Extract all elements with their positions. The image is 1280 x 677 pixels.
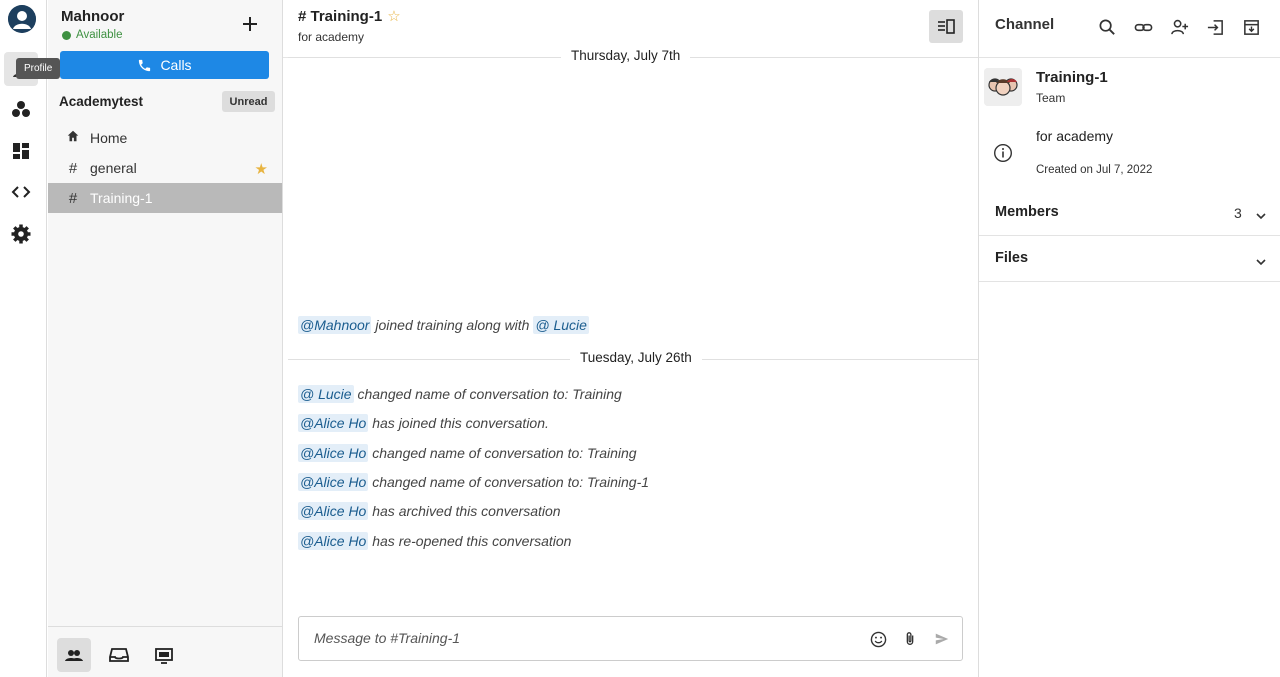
message-text: changed name of conversation to: Trainin…: [368, 474, 650, 490]
system-message: @Alice Ho has archived this conversation: [298, 502, 561, 520]
user-mention[interactable]: @Alice Ho: [298, 473, 369, 491]
attachment-icon[interactable]: [899, 628, 921, 650]
team-title: Training-1: [1036, 69, 1108, 86]
toggle-panel-icon[interactable]: [929, 10, 963, 43]
emoji-icon[interactable]: [867, 628, 889, 650]
message-text: changed name of conversation to: Trainin…: [368, 445, 637, 461]
panel-divider: [979, 57, 1280, 58]
message-text: has archived this conversation: [368, 503, 561, 519]
created-date: Created on Jul 7, 2022: [1036, 164, 1153, 176]
sidebar-item-label: Home: [90, 130, 128, 146]
user-mention[interactable]: @Alice Ho: [298, 502, 369, 520]
system-message: @Alice Ho changed name of conversation t…: [298, 444, 637, 462]
panel-divider: [979, 281, 1280, 282]
sidebar: Mahnoor Available Calls Academytest Unre…: [48, 0, 283, 677]
user-mention[interactable]: @Alice Ho: [298, 444, 369, 462]
team-icon[interactable]: [57, 638, 91, 672]
sidebar-item-general[interactable]: # general ★: [48, 153, 282, 183]
favorite-star-icon: ★: [254, 161, 268, 178]
channel-topic-info: for academy: [1036, 128, 1114, 144]
archive-icon[interactable]: [1240, 16, 1262, 38]
inbox-icon[interactable]: [102, 638, 136, 672]
date-label: Thursday, July 7th: [561, 48, 691, 63]
team-avatar-icon: [984, 68, 1022, 106]
system-message: @Alice Ho has re-opened this conversatio…: [298, 532, 572, 550]
channel-title-text: # Training-1: [298, 7, 383, 25]
panel-title: Channel: [995, 16, 1055, 33]
sidebar-item-training-1[interactable]: # Training-1: [48, 183, 282, 213]
sidebar-item-label: Training-1: [90, 190, 153, 206]
calls-button[interactable]: Calls: [60, 51, 269, 79]
system-message: @Alice Ho changed name of conversation t…: [298, 473, 650, 491]
add-member-icon[interactable]: [1168, 16, 1190, 38]
message-text: joined training along with: [371, 317, 534, 333]
hash-icon: #: [68, 189, 78, 207]
profile-tooltip: Profile: [16, 58, 61, 79]
unread-filter-button[interactable]: Unread: [222, 91, 275, 112]
favorite-star-icon[interactable]: ☆: [387, 7, 400, 25]
send-icon[interactable]: [931, 628, 953, 650]
screen-icon[interactable]: [147, 638, 181, 672]
user-status[interactable]: Available: [62, 29, 122, 41]
system-message: @ Lucie changed name of conversation to:…: [298, 385, 622, 403]
conversation-view: # Training-1 ☆ for academy Thursday, Jul…: [283, 0, 978, 677]
add-icon[interactable]: [238, 12, 262, 36]
info-icon: [993, 143, 1013, 163]
sidebar-item-label: general: [90, 160, 137, 176]
user-avatar-icon[interactable]: [8, 5, 36, 33]
status-label: Available: [76, 29, 123, 41]
sidebar-item-home[interactable]: Home: [48, 123, 282, 153]
user-mention[interactable]: @Mahnoor: [298, 316, 372, 334]
members-count: 3: [1234, 205, 1242, 221]
status-dot-icon: [62, 30, 71, 40]
calls-label: Calls: [160, 57, 192, 73]
panel-divider: [979, 235, 1280, 236]
user-name: Mahnoor: [61, 8, 125, 25]
message-text: has joined this conversation.: [368, 415, 549, 431]
user-mention[interactable]: @ Lucie: [298, 385, 354, 403]
hash-icon: #: [68, 159, 78, 177]
files-section-title[interactable]: Files: [995, 250, 1028, 266]
composer-placeholder: Message to #Training-1: [314, 630, 461, 646]
team-name: Academytest: [59, 94, 144, 109]
system-message: @Mahnoor joined training along with @ Lu…: [298, 316, 589, 334]
team-type: Team: [1036, 91, 1066, 105]
leave-icon[interactable]: [1204, 16, 1226, 38]
search-icon[interactable]: [1096, 16, 1118, 38]
chevron-down-icon[interactable]: [1254, 255, 1268, 269]
team-icon[interactable]: [4, 93, 38, 127]
system-message: @Alice Ho has joined this conversation.: [298, 414, 549, 432]
code-icon[interactable]: [4, 175, 38, 209]
message-text: changed name of conversation to: Trainin…: [353, 386, 622, 402]
user-mention[interactable]: @Alice Ho: [298, 414, 369, 432]
user-mention[interactable]: @Alice Ho: [298, 532, 369, 550]
dashboard-icon[interactable]: [4, 134, 38, 168]
app-rail: Profile: [0, 0, 61, 677]
members-section-title[interactable]: Members: [995, 204, 1059, 220]
link-icon[interactable]: [1132, 16, 1154, 38]
date-label: Tuesday, July 26th: [570, 350, 702, 365]
phone-icon: [139, 59, 151, 71]
channel-title: # Training-1 ☆: [298, 7, 401, 26]
channel-topic: for academy: [298, 30, 365, 44]
message-composer[interactable]: Message to #Training-1: [298, 616, 963, 661]
settings-icon[interactable]: [4, 217, 38, 251]
message-text: has re-opened this conversation: [368, 533, 572, 549]
home-icon: [48, 129, 90, 147]
user-mention[interactable]: @ Lucie: [533, 316, 589, 334]
chevron-down-icon[interactable]: [1254, 209, 1268, 223]
sidebar-footer: [48, 626, 282, 677]
channel-info-panel: Channel Training-1 Team for academy Crea…: [978, 0, 1280, 677]
